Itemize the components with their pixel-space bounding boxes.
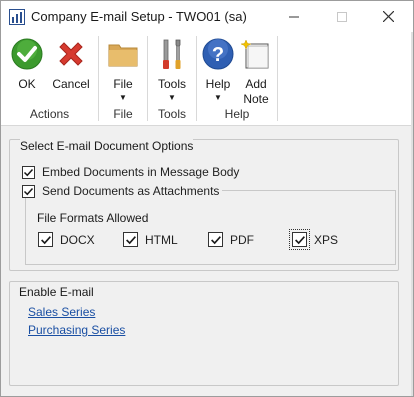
add-note-button[interactable]: Add Note xyxy=(237,36,275,107)
format-pdf-row[interactable]: PDF xyxy=(208,232,254,247)
format-html-checkbox[interactable] xyxy=(123,232,138,247)
format-html-label: HTML xyxy=(145,232,178,247)
checkmark-icon xyxy=(210,235,221,244)
help-button[interactable]: ? Help ▼ xyxy=(199,36,237,103)
close-button[interactable] xyxy=(365,1,411,32)
add-note-label-line2: Note xyxy=(243,92,269,106)
send-attachments-checkbox[interactable] xyxy=(22,184,35,198)
group-label-help: Help xyxy=(224,107,250,121)
checkmark-icon xyxy=(23,168,34,176)
help-dropdown-arrow-icon: ▼ xyxy=(214,93,222,102)
send-attachments-row[interactable]: Send Documents as Attachments xyxy=(22,184,223,198)
checkmark-icon xyxy=(40,235,51,244)
maximize-button[interactable] xyxy=(319,1,365,32)
ok-label: OK xyxy=(18,77,36,91)
add-note-label-line1: Add xyxy=(245,77,267,91)
minimize-button[interactable] xyxy=(271,1,317,32)
minimize-icon xyxy=(289,16,299,17)
purchasing-series-link[interactable]: Purchasing Series xyxy=(28,323,125,337)
group-label-file: File xyxy=(113,107,133,121)
format-xps-checkbox[interactable] xyxy=(289,229,310,250)
checkmark-icon xyxy=(23,187,34,195)
window-right-edge xyxy=(411,32,413,396)
svg-text:?: ? xyxy=(212,44,224,66)
company-email-setup-window: Company E-mail Setup - TWO01 (sa) OK Can… xyxy=(0,0,414,397)
ribbon-group-tools: Tools ▼ Tools xyxy=(148,32,196,125)
file-dropdown-arrow-icon: ▼ xyxy=(119,93,127,102)
help-label: Help xyxy=(205,77,231,91)
ok-check-icon xyxy=(11,38,43,70)
embed-documents-checkbox[interactable] xyxy=(22,165,35,179)
embed-documents-row[interactable]: Embed Documents in Message Body xyxy=(22,165,239,179)
sales-series-link[interactable]: Sales Series xyxy=(28,305,95,319)
group-label-actions: Actions xyxy=(29,107,70,121)
group-label-tools: Tools xyxy=(157,107,186,121)
format-docx-checkbox[interactable] xyxy=(38,232,53,247)
format-html-row[interactable]: HTML xyxy=(123,232,178,247)
title-bar: Company E-mail Setup - TWO01 (sa) xyxy=(1,1,413,32)
ok-button[interactable]: OK xyxy=(7,36,47,92)
embed-documents-label: Embed Documents in Message Body xyxy=(42,165,240,179)
checkmark-icon xyxy=(294,235,305,244)
tools-button[interactable]: Tools ▼ xyxy=(152,36,192,103)
folder-icon xyxy=(108,44,138,67)
checkmark-icon xyxy=(125,235,136,244)
enable-email-group: Enable E-mail Sales Series Purchasing Se… xyxy=(9,281,399,386)
app-chart-icon xyxy=(9,9,25,25)
cancel-x-icon xyxy=(59,42,83,66)
maximize-icon xyxy=(337,11,347,22)
file-formats-title: File Formats Allowed xyxy=(37,211,149,225)
close-icon xyxy=(382,11,394,22)
email-options-title: Select E-mail Document Options xyxy=(20,139,194,153)
format-pdf-label: PDF xyxy=(230,232,254,247)
format-docx-label: DOCX xyxy=(60,232,95,247)
cancel-label: Cancel xyxy=(52,77,90,91)
attachment-options-group: File Formats Allowed DOCX HTML PDF XPS xyxy=(25,190,396,265)
ribbon-group-file: File ▼ File xyxy=(99,32,147,125)
file-label: File xyxy=(113,77,133,91)
ribbon-group-help: ? Help ▼ Add Note Help xyxy=(197,32,277,125)
format-xps-label: XPS xyxy=(314,232,339,247)
window-title: Company E-mail Setup - TWO01 (sa) xyxy=(31,9,247,24)
add-note-icon xyxy=(240,39,269,69)
file-button[interactable]: File ▼ xyxy=(103,36,143,103)
format-pdf-checkbox[interactable] xyxy=(208,232,223,247)
help-icon: ? xyxy=(202,38,234,70)
enable-email-title: Enable E-mail xyxy=(19,285,94,299)
email-document-options-group: Select E-mail Document Options Embed Doc… xyxy=(9,139,399,271)
cancel-button[interactable]: Cancel xyxy=(49,36,93,92)
format-docx-row[interactable]: DOCX xyxy=(38,232,95,247)
ribbon-group-actions: OK Cancel Actions xyxy=(1,32,98,125)
tools-label: Tools xyxy=(157,77,186,91)
ribbon-separator xyxy=(277,36,278,121)
main-content: Select E-mail Document Options Embed Doc… xyxy=(1,126,413,396)
add-note-label: Add Note xyxy=(243,77,268,107)
format-xps-row[interactable]: XPS xyxy=(289,229,339,250)
send-attachments-label: Send Documents as Attachments xyxy=(42,184,220,198)
tools-dropdown-arrow-icon: ▼ xyxy=(168,93,176,102)
tools-icon xyxy=(163,39,181,69)
ribbon-toolbar: OK Cancel Actions File ▼ File Tools ▼ To… xyxy=(1,32,413,126)
